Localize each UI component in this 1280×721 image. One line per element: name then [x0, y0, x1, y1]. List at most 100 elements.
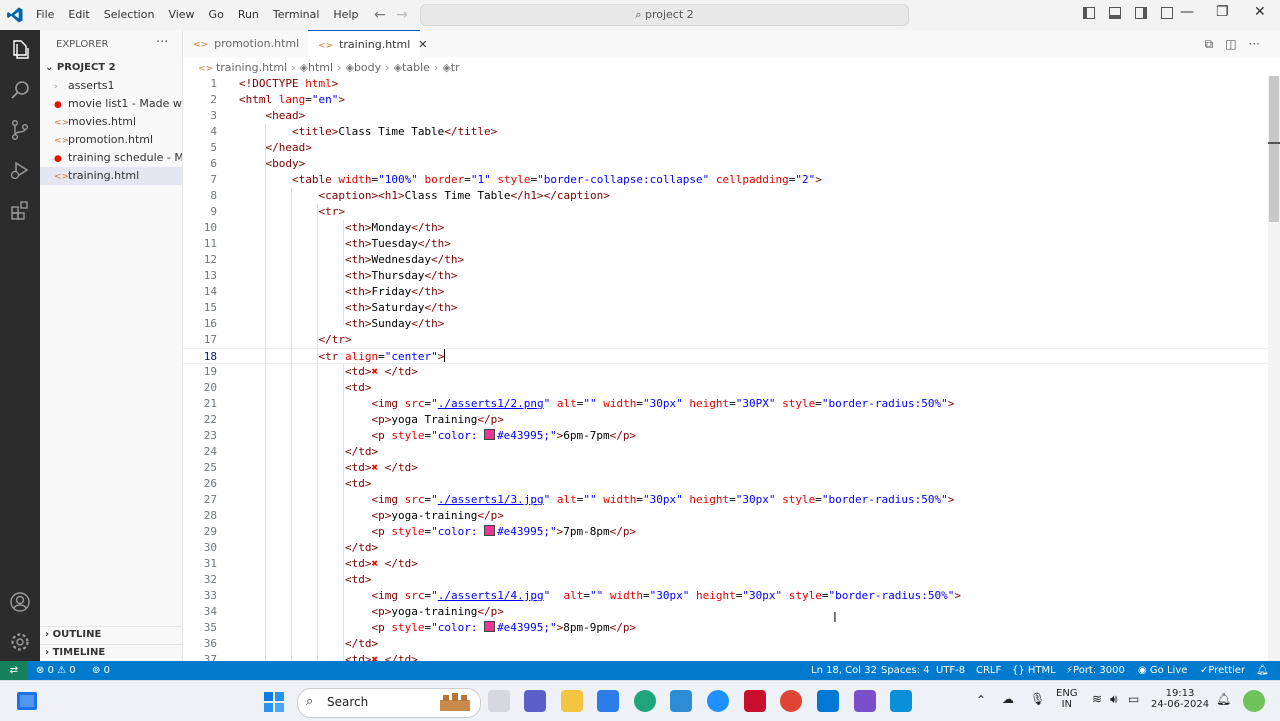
encoding[interactable]: UTF-8	[936, 661, 965, 680]
remote-icon[interactable]: ⇄	[0, 661, 28, 680]
copilot-icon[interactable]	[1243, 690, 1265, 712]
go-live-button[interactable]: ◉ Go Live	[1138, 661, 1187, 680]
more-actions-icon[interactable]: ···	[156, 35, 168, 50]
more-actions-icon[interactable]: ···	[1249, 37, 1260, 52]
live-server-port[interactable]: ⚡Port: 3000	[1066, 661, 1125, 680]
vscode-taskbar-icon[interactable]	[817, 690, 839, 712]
code-text: <td>✖ </td>	[239, 652, 418, 661]
tree-item-training-schedule[interactable]: ● training schedule - M...	[40, 149, 182, 167]
customize-layout-icon[interactable]	[1161, 7, 1173, 19]
code-editor[interactable]: 1 <!DOCTYPE html> 2 <html lang="en"> 3 <he…	[183, 76, 1268, 661]
explorer-icon[interactable]	[8, 38, 32, 62]
problems-indicator[interactable]: ⊗ 0 ⚠ 0	[36, 661, 76, 680]
run-debug-icon[interactable]	[8, 158, 32, 182]
account-icon[interactable]	[8, 590, 32, 614]
chrome-icon[interactable]	[780, 690, 802, 712]
store-app-icon[interactable]	[597, 690, 619, 712]
close-window-icon[interactable]: ✕	[1254, 4, 1266, 20]
end-of-line[interactable]: CRLF	[976, 661, 1001, 680]
toggle-sidebar-icon[interactable]	[1083, 7, 1095, 19]
input-language[interactable]: ENG IN	[1056, 688, 1078, 710]
tab-training-html[interactable]: <> training.html ✕	[308, 30, 427, 57]
app-icon[interactable]	[854, 690, 876, 712]
menu-selection[interactable]: Selection	[97, 0, 162, 30]
tree-item-movies-html[interactable]: <>movies.html	[40, 113, 182, 131]
tree-item-asserts1[interactable]: › asserts1	[40, 77, 182, 95]
file-explorer-icon[interactable]	[561, 690, 583, 712]
project-header[interactable]: ⌄ PROJECT 2	[45, 62, 116, 73]
maximize-icon[interactable]: ❐	[1216, 4, 1229, 20]
line-number: 32	[203, 573, 217, 586]
menu-help[interactable]: Help	[326, 0, 365, 30]
tree-item-movie-list1[interactable]: ● movie list1 - Made wi...	[40, 95, 182, 113]
microphone-icon[interactable]: 🎙︎	[1030, 692, 1045, 706]
html-file-icon: <>	[193, 40, 209, 50]
time: 19:13	[1165, 688, 1195, 699]
menu-terminal[interactable]: Terminal	[266, 0, 327, 30]
language-mode[interactable]: {} HTML	[1012, 661, 1056, 680]
cursor-position[interactable]: Ln 18, Col 32	[811, 661, 877, 680]
battery-icon[interactable]: ▭	[1128, 692, 1139, 706]
volume-icon[interactable]: 🔊︎	[1110, 692, 1118, 707]
breadcrumb-item[interactable]: tr	[451, 61, 460, 74]
menu-view[interactable]: View	[161, 0, 201, 30]
command-center[interactable]: ⌕ project 2	[420, 4, 909, 26]
breadcrumb-item[interactable]: table	[402, 61, 430, 74]
chevron-up-icon[interactable]: ⌃	[976, 693, 986, 707]
timeline-section[interactable]: › TIMELINE	[45, 647, 105, 658]
code-line: 26 <td>	[183, 476, 1268, 492]
app-icon[interactable]	[707, 690, 729, 712]
color-swatch[interactable]	[484, 429, 496, 440]
clock[interactable]: 19:13 24-06-2024	[1150, 688, 1210, 710]
color-swatch[interactable]	[484, 621, 496, 632]
task-view-icon[interactable]	[16, 691, 38, 711]
mcafee-icon[interactable]	[744, 690, 766, 712]
tray-app-icon[interactable]: ☁	[1002, 692, 1014, 706]
code-text: <th>Tuesday</th>	[239, 237, 451, 250]
outline-section[interactable]: › OUTLINE	[45, 629, 101, 640]
forward-arrow-icon[interactable]: →	[396, 7, 408, 23]
tree-item-promotion-html[interactable]: <>promotion.html	[40, 131, 182, 149]
back-arrow-icon[interactable]: ←	[374, 7, 386, 23]
close-tab-icon[interactable]: ✕	[418, 38, 427, 51]
tree-item-training-html[interactable]: <>training.html	[40, 167, 182, 185]
extensions-icon[interactable]	[8, 198, 32, 222]
divider	[40, 644, 182, 645]
scrollbar-thumb[interactable]	[1269, 76, 1279, 222]
color-swatch[interactable]	[484, 525, 496, 536]
notification-bell-icon[interactable]: 🔔︎	[1216, 692, 1231, 706]
mail-app-icon[interactable]	[670, 690, 692, 712]
breadcrumb-item[interactable]: html	[308, 61, 333, 74]
open-preview-icon[interactable]: ⧉	[1205, 37, 1214, 52]
source-control-icon[interactable]	[8, 118, 32, 142]
split-editor-icon[interactable]: ◫	[1225, 37, 1236, 52]
status-bar: ⇄ ⊗ 0 ⚠ 0 ⊚ 0 Ln 18, Col 32 Spaces: 4 UT…	[0, 661, 1280, 680]
vscode-logo-icon[interactable]	[6, 6, 24, 24]
edge-browser-icon[interactable]	[634, 690, 656, 712]
menu-go[interactable]: Go	[202, 0, 231, 30]
code-text: <img src="./asserts1/3.jpg" alt="" width…	[239, 493, 955, 506]
indentation[interactable]: Spaces: 4	[881, 661, 930, 680]
gear-icon[interactable]	[8, 630, 32, 654]
menu-edit[interactable]: Edit	[61, 0, 96, 30]
ports-indicator[interactable]: ⊚ 0	[92, 661, 110, 680]
minimize-icon[interactable]: —	[1180, 4, 1194, 20]
menu-file[interactable]: File	[29, 0, 61, 30]
wifi-icon[interactable]: ≋	[1092, 692, 1102, 706]
search-icon[interactable]	[8, 78, 32, 102]
app-icon[interactable]	[890, 690, 912, 712]
teams-app-icon[interactable]	[524, 690, 546, 712]
toggle-secondary-sidebar-icon[interactable]	[1135, 7, 1147, 19]
language-label: HTML	[1027, 665, 1056, 676]
breadcrumb-item[interactable]: body	[354, 61, 381, 74]
toggle-panel-icon[interactable]	[1109, 7, 1121, 19]
windows-start-icon[interactable]	[264, 692, 284, 712]
tab-promotion-html[interactable]: <> promotion.html	[183, 30, 307, 57]
breadcrumb-item[interactable]: training.html	[216, 61, 287, 74]
bell-icon[interactable]: 🔔︎	[1256, 661, 1269, 680]
taskbar-search[interactable]: ⌕ Search	[297, 688, 481, 718]
prettier-status[interactable]: ✓Prettier	[1200, 661, 1245, 680]
task-view-app-icon[interactable]	[488, 690, 510, 712]
menu-run[interactable]: Run	[231, 0, 266, 30]
vertical-scrollbar[interactable]	[1268, 76, 1280, 661]
